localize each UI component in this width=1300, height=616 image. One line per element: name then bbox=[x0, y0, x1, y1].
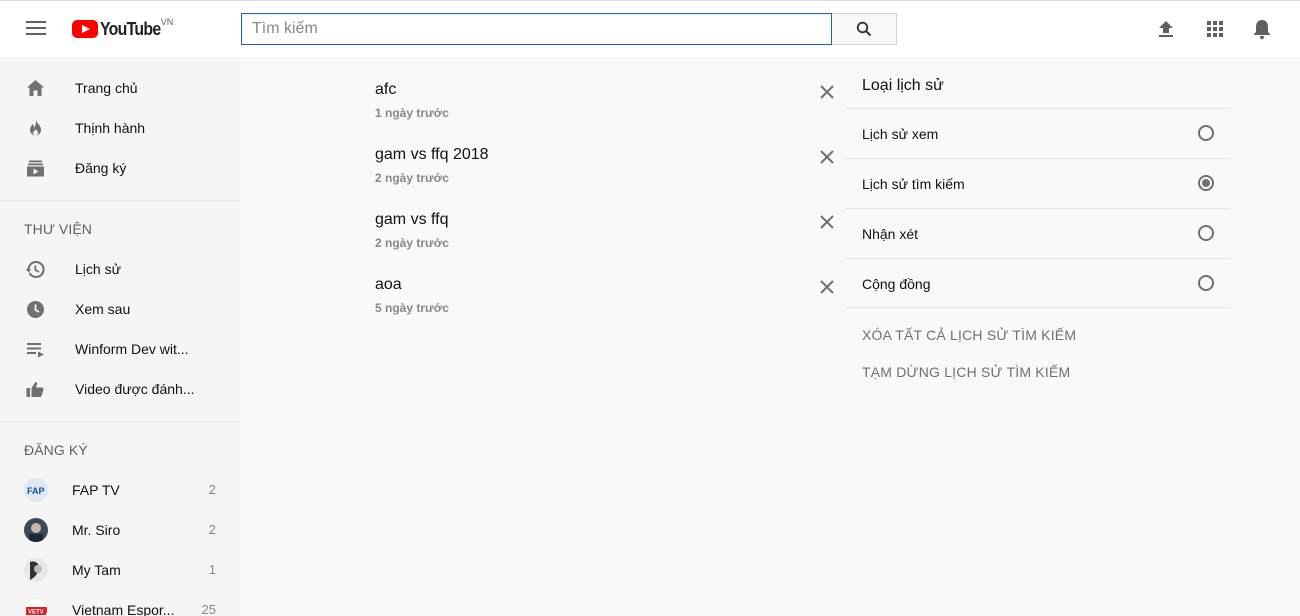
history-type-option-community[interactable]: Cộng đồng bbox=[846, 258, 1231, 308]
channel-name: FAP TV bbox=[72, 482, 120, 498]
subscription-item[interactable]: VETV Vietnam Espor... 25 bbox=[0, 590, 240, 616]
subscription-item[interactable]: FAP FAP TV 2 bbox=[0, 470, 240, 510]
search-input[interactable] bbox=[242, 14, 831, 44]
history-query[interactable]: gam vs ffq 2018 bbox=[375, 146, 489, 164]
sidebar-item-label: Trang chủ bbox=[75, 80, 138, 96]
remove-close-icon[interactable] bbox=[818, 83, 836, 101]
new-video-count: 25 bbox=[201, 602, 216, 616]
channel-name: Vietnam Espor... bbox=[72, 602, 175, 616]
sidebar-item-liked-videos[interactable]: Video được đánh... bbox=[0, 369, 240, 409]
history-timestamp: 1 ngày trước bbox=[375, 106, 449, 120]
history-icon bbox=[25, 260, 45, 278]
thumbs-up-icon bbox=[26, 382, 44, 397]
sidebar-item-label: Xem sau bbox=[75, 301, 131, 317]
sidebar-item-history[interactable]: Lịch sử bbox=[0, 249, 240, 289]
sidebar-item-label: Winform Dev wit... bbox=[75, 341, 189, 357]
search-box bbox=[241, 13, 832, 45]
logo-country-code: VN bbox=[160, 17, 174, 27]
subscriptions-icon bbox=[27, 160, 44, 177]
radio-button[interactable] bbox=[1198, 275, 1214, 291]
sidebar-item-label: Video được đánh... bbox=[75, 381, 195, 397]
svg-text:VETV: VETV bbox=[28, 610, 44, 616]
sidebar: Trang chủ Thịnh hành Đăng ký THƯ VIỆN Lị… bbox=[0, 57, 240, 616]
option-label: Cộng đồng bbox=[862, 276, 931, 292]
channel-avatar: FAP bbox=[24, 478, 48, 502]
history-query[interactable]: aoa bbox=[375, 276, 402, 294]
home-icon bbox=[27, 80, 44, 96]
history-type-option-comments[interactable]: Nhận xét bbox=[846, 208, 1231, 258]
clear-all-search-history-button[interactable]: XÓA TẤT CẢ LỊCH SỬ TÌM KIẾM bbox=[862, 327, 1076, 343]
option-label: Lịch sử xem bbox=[862, 126, 939, 142]
history-type-option-search[interactable]: Lịch sử tìm kiếm bbox=[846, 158, 1231, 208]
subscription-item[interactable]: Mr. Siro 2 bbox=[0, 510, 240, 550]
channel-name: My Tam bbox=[72, 562, 121, 578]
upload-icon[interactable] bbox=[1155, 18, 1177, 40]
remove-close-icon[interactable] bbox=[818, 278, 836, 296]
radio-button[interactable] bbox=[1198, 175, 1214, 191]
channel-avatar: VETV bbox=[24, 598, 48, 616]
history-entry: gam vs ffq 2018 2 ngày trước bbox=[375, 146, 835, 206]
option-label: Lịch sử tìm kiếm bbox=[862, 176, 965, 192]
notifications-bell-icon[interactable] bbox=[1251, 18, 1273, 40]
playlist-icon bbox=[27, 343, 44, 358]
watch-later-clock-icon bbox=[27, 301, 44, 318]
new-video-count: 2 bbox=[208, 482, 216, 497]
history-type-option-watch[interactable]: Lịch sử xem bbox=[846, 108, 1231, 158]
history-timestamp: 2 ngày trước bbox=[375, 236, 449, 250]
sidebar-item-home[interactable]: Trang chủ bbox=[0, 68, 240, 108]
trending-flame-icon bbox=[30, 120, 41, 136]
remove-close-icon[interactable] bbox=[818, 148, 836, 166]
sidebar-item-label: Thịnh hành bbox=[75, 120, 146, 136]
library-heading: THƯ VIỆN bbox=[24, 221, 92, 237]
history-entry: aoa 5 ngày trước bbox=[375, 276, 835, 336]
new-video-count: 1 bbox=[208, 562, 216, 577]
sidebar-item-label: Đăng ký bbox=[75, 160, 127, 176]
search-button[interactable] bbox=[832, 13, 897, 45]
new-video-count: 2 bbox=[208, 522, 216, 537]
panel-title: Loại lịch sử bbox=[862, 77, 944, 94]
sidebar-item-playlist[interactable]: Winform Dev wit... bbox=[0, 329, 240, 369]
channel-name: Mr. Siro bbox=[72, 522, 121, 538]
history-timestamp: 5 ngày trước bbox=[375, 301, 449, 315]
history-query[interactable]: gam vs ffq bbox=[375, 211, 449, 229]
channel-avatar bbox=[24, 558, 48, 582]
history-query[interactable]: afc bbox=[375, 81, 396, 99]
svg-text:FAP: FAP bbox=[27, 486, 45, 496]
sidebar-item-subscriptions[interactable]: Đăng ký bbox=[0, 148, 240, 188]
sidebar-item-watch-later[interactable]: Xem sau bbox=[0, 289, 240, 329]
subscription-item[interactable]: My Tam 1 bbox=[0, 550, 240, 590]
history-entry: afc 1 ngày trước bbox=[375, 81, 835, 141]
remove-close-icon[interactable] bbox=[818, 213, 836, 231]
logo-text: YouTube bbox=[100, 19, 161, 39]
pause-search-history-button[interactable]: TẠM DỪNG LỊCH SỬ TÌM KIẾM bbox=[862, 364, 1070, 380]
subscriptions-heading: ĐĂNG KÝ bbox=[24, 442, 88, 458]
history-entry: gam vs ffq 2 ngày trước bbox=[375, 211, 835, 271]
top-header: YouTube VN bbox=[0, 0, 1300, 57]
youtube-play-icon bbox=[72, 20, 98, 38]
hamburger-menu-icon[interactable] bbox=[26, 21, 46, 37]
sidebar-item-trending[interactable]: Thịnh hành bbox=[0, 108, 240, 148]
search-icon bbox=[856, 21, 872, 37]
sidebar-item-label: Lịch sử bbox=[75, 261, 121, 277]
radio-button[interactable] bbox=[1198, 225, 1214, 241]
option-label: Nhận xét bbox=[862, 226, 919, 242]
history-timestamp: 2 ngày trước bbox=[375, 171, 449, 185]
channel-avatar bbox=[24, 518, 48, 542]
radio-button[interactable] bbox=[1198, 125, 1214, 141]
apps-grid-icon[interactable] bbox=[1204, 18, 1226, 40]
youtube-logo[interactable]: YouTube VN bbox=[72, 17, 174, 40]
